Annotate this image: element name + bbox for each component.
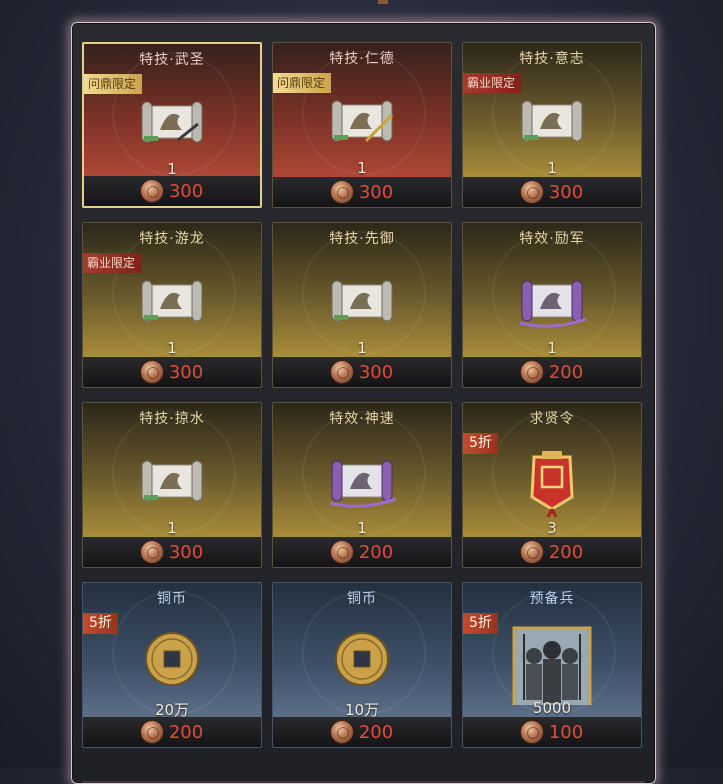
scroll-icon: [141, 280, 203, 322]
shop-item-card[interactable]: 求贤令 5折 3 200: [462, 402, 642, 568]
item-price: 300: [358, 361, 394, 383]
buy-button[interactable]: 200: [463, 537, 641, 567]
shop-item-card[interactable]: 铜币 10万 200: [272, 582, 452, 748]
scroll-icon: [331, 100, 394, 143]
item-title: 特效·神速: [329, 411, 395, 427]
item-quantity: 1: [357, 159, 367, 177]
copper-token-icon: [330, 721, 353, 743]
buy-button[interactable]: 200: [463, 357, 641, 387]
item-price: 300: [358, 181, 394, 203]
shop-item-card[interactable]: 铜币 5折 20万 200: [82, 582, 262, 748]
reserve-soldiers-icon: [512, 626, 592, 705]
scroll-icon: [521, 100, 583, 142]
scroll-icon: [141, 460, 203, 502]
shop-item-card[interactable]: 特技·仁德 问鼎限定 1 300: [272, 42, 452, 208]
copper-coin-icon: [145, 632, 199, 686]
item-price: 300: [168, 361, 204, 383]
shop-item-card[interactable]: 特效·励军 1 200: [462, 222, 642, 388]
item-title: 预备兵: [529, 591, 575, 607]
purple-scroll-icon: [329, 460, 397, 508]
item-title: 特技·仁德: [329, 51, 395, 67]
scroll-icon: [331, 280, 393, 322]
item-quantity: 1: [167, 519, 177, 537]
copper-token-icon: [140, 180, 163, 202]
buy-button[interactable]: 300: [84, 176, 260, 206]
item-price: 200: [358, 541, 394, 563]
copper-token-icon: [520, 721, 543, 743]
item-title: 特技·武圣: [139, 52, 205, 68]
copper-token-icon: [520, 541, 543, 563]
item-quantity: 1: [167, 339, 177, 357]
buy-button[interactable]: 300: [83, 357, 261, 387]
item-quantity: 1: [357, 339, 367, 357]
copper-token-icon: [140, 721, 163, 743]
item-price: 300: [168, 541, 204, 563]
buy-button[interactable]: 100: [463, 717, 641, 747]
item-price: 200: [358, 721, 394, 743]
top-decoration: [378, 0, 388, 4]
item-price: 200: [548, 541, 584, 563]
shop-panel: 特技·武圣 问鼎限定 1 300 特技·仁德 问鼎限定 1 300 特技·意志 …: [71, 22, 656, 784]
shop-item-card[interactable]: 特技·先御 1 300: [272, 222, 452, 388]
item-title: 铜币: [347, 591, 377, 607]
copper-token-icon: [330, 361, 353, 383]
item-quantity: 1: [547, 339, 557, 357]
item-price: 200: [168, 721, 204, 743]
item-price: 300: [168, 180, 204, 202]
item-title: 求贤令: [529, 411, 575, 427]
item-price: 300: [548, 181, 584, 203]
item-title: 特技·先御: [329, 231, 395, 247]
copper-token-icon: [520, 181, 543, 203]
item-title: 特技·掠水: [139, 411, 205, 427]
copper-token-icon: [140, 541, 163, 563]
item-title: 特效·励军: [519, 231, 585, 247]
item-price: 100: [548, 721, 584, 743]
shop-item-card[interactable]: 预备兵 5折 5000 100: [462, 582, 642, 748]
copper-token-icon: [140, 361, 163, 383]
scroll-icon: [141, 101, 203, 143]
item-quantity: 5000: [532, 699, 572, 717]
purple-scroll-icon: [519, 280, 587, 328]
item-title: 特技·游龙: [139, 231, 205, 247]
buy-button[interactable]: 200: [83, 717, 261, 747]
buy-button[interactable]: 300: [463, 177, 641, 207]
shop-item-card[interactable]: 特技·游龙 霸业限定 1 300: [82, 222, 262, 388]
item-quantity: 1: [547, 159, 557, 177]
discount-tag: 5折: [83, 613, 118, 634]
buy-button[interactable]: 200: [273, 717, 451, 747]
shop-item-card[interactable]: 特技·意志 霸业限定 1 300: [462, 42, 642, 208]
buy-button[interactable]: 300: [83, 537, 261, 567]
item-title: 特技·意志: [519, 51, 585, 67]
discount-tag: 5折: [463, 613, 498, 634]
copper-token-icon: [520, 361, 543, 383]
copper-token-icon: [330, 181, 353, 203]
buy-button[interactable]: 200: [273, 537, 451, 567]
buy-button[interactable]: 300: [273, 177, 451, 207]
shop-item-card[interactable]: 特技·掠水 1 300: [82, 402, 262, 568]
item-price: 200: [548, 361, 584, 383]
copper-coin-icon: [335, 632, 389, 686]
discount-tag: 5折: [463, 433, 498, 454]
copper-token-icon: [330, 541, 353, 563]
shop-item-card[interactable]: 特技·武圣 问鼎限定 1 300: [82, 42, 262, 208]
item-title: 铜币: [157, 591, 187, 607]
item-quantity: 3: [547, 519, 557, 537]
item-quantity: 1: [357, 519, 367, 537]
token-icon: [530, 451, 574, 517]
shop-item-card[interactable]: 特效·神速 1 200: [272, 402, 452, 568]
buy-button[interactable]: 300: [273, 357, 451, 387]
